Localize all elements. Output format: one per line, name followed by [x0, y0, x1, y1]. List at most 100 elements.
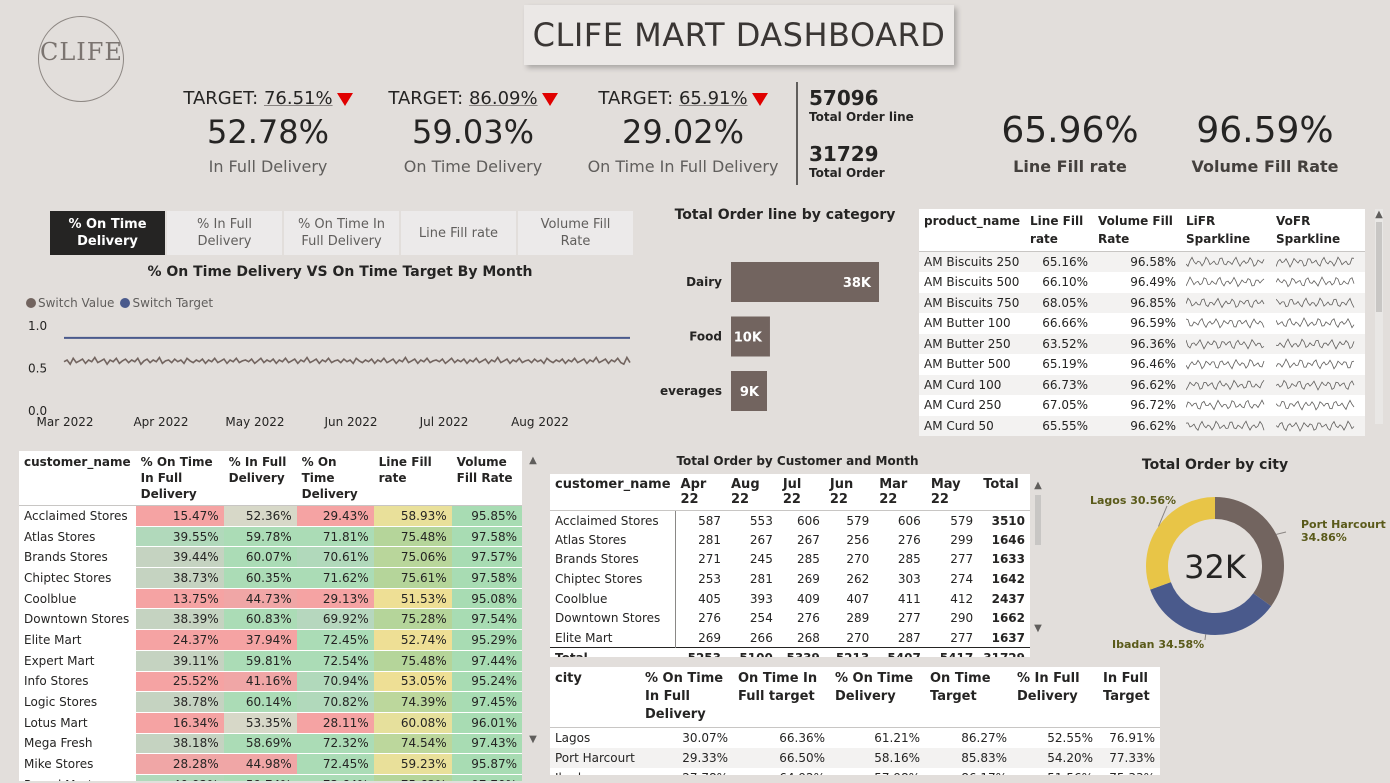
- chevron-down-icon[interactable]: ▼: [1034, 623, 1042, 634]
- metric-cell: 66.36%: [779, 730, 825, 745]
- customer-name-cell: Mike Stores: [19, 753, 136, 775]
- metric-cell: 97.57%: [451, 546, 522, 569]
- month-value-cell: 254: [749, 611, 773, 626]
- col-header[interactable]: city: [550, 667, 640, 728]
- cust-month-scrollbar[interactable]: ▲ ▼: [1034, 480, 1042, 640]
- table-row[interactable]: Expert Mart 39.11% 59.81% 72.54% 75.48% 97.44…: [19, 650, 522, 672]
- col-header[interactable]: product_name: [919, 209, 1026, 252]
- table-row[interactable]: Mike Stores 28.28% 44.98% 72.45% 59.23% 95.87…: [19, 753, 522, 775]
- sparkline-path: [1186, 318, 1265, 329]
- table-row[interactable]: Brands Stores 39.44% 60.07% 70.61% 75.06% 97.…: [19, 546, 522, 569]
- col-header[interactable]: customer_name: [550, 474, 676, 511]
- col-header[interactable]: Line Fill rate: [1025, 209, 1094, 252]
- chevron-down-icon[interactable]: ▼: [529, 734, 537, 745]
- col-header[interactable]: Jun 22: [824, 474, 875, 511]
- table-row[interactable]: Atlas Stores 281 267 267 256 276 299 1646: [550, 530, 1030, 550]
- table-row[interactable]: AM Biscuits 500 66.10% 96.49%: [919, 272, 1365, 293]
- volume-fill-cell: 96.49%: [1093, 272, 1182, 293]
- table-row[interactable]: Acclaimed Stores 587 553 606 579 606 579 3510: [550, 510, 1030, 531]
- month-value-cell: 268: [796, 630, 820, 645]
- col-header[interactable]: Volume Fill Rate: [1093, 209, 1182, 252]
- scroll-thumb[interactable]: [1376, 222, 1382, 312]
- table-row[interactable]: Elite Mart 269 266 268 270 287 277 1637: [550, 628, 1030, 648]
- table-row[interactable]: AM Curd 250 67.05% 96.72%: [919, 395, 1365, 416]
- logo-text: CLIFE: [40, 38, 123, 66]
- table-row[interactable]: Propel Mart40.92%59.74%73.64%75.62%97.70…: [19, 774, 522, 781]
- col-header[interactable]: LiFR Sparkline: [1181, 209, 1272, 252]
- lifr-sparkline-cell: [1181, 292, 1272, 314]
- tab-on-time-delivery[interactable]: % On Time Delivery: [50, 211, 165, 255]
- table-row[interactable]: Ibadan27.78%64.92%57.98%86.17%51.56%75.3…: [550, 768, 1160, 776]
- col-header[interactable]: May 22: [925, 474, 979, 511]
- col-header[interactable]: Aug 22: [726, 474, 778, 511]
- table-row[interactable]: AM Butter 100 66.66% 96.59%: [919, 313, 1365, 334]
- tab-volume-fill-rate[interactable]: Volume Fill Rate: [518, 211, 633, 255]
- table-row[interactable]: Lotus Mart 16.34% 53.35% 28.11% 60.08% 96.01%: [19, 712, 522, 734]
- customer-table-scrollbar[interactable]: ▲ ▼: [529, 455, 537, 763]
- table-row[interactable]: Coolblue 405 393 409 407 411 412 2437: [550, 588, 1030, 609]
- donut-slice[interactable]: [1150, 581, 1272, 635]
- col-header[interactable]: Mar 22: [874, 474, 926, 511]
- month-value-cell: 266: [749, 630, 773, 645]
- col-header[interactable]: % In Full Delivery: [223, 451, 297, 506]
- table-row[interactable]: Chiptec Stores 38.73% 60.35% 71.62% 75.61% 97…: [19, 567, 522, 589]
- col-header[interactable]: On Time Target: [925, 667, 1012, 728]
- table-row[interactable]: Downtown Stores 38.39% 60.83% 69.92% 75.28% 9…: [19, 608, 522, 631]
- table-row[interactable]: Elite Mart 24.37% 37.94% 72.45% 52.74% 95.29%: [19, 629, 522, 651]
- table-row[interactable]: Downtown Stores 276 254 276 289 277 290 1662: [550, 608, 1030, 629]
- table-row[interactable]: Coolblue 13.75% 44.73% 29.13% 51.53% 95.08%: [19, 588, 522, 610]
- tab-in-full-delivery[interactable]: % In Full Delivery: [167, 211, 282, 255]
- col-header[interactable]: % On Time Delivery: [830, 667, 925, 728]
- col-header[interactable]: Total: [978, 474, 1030, 511]
- month-value-cell: 290: [950, 611, 974, 626]
- col-header[interactable]: customer_name: [19, 451, 136, 506]
- table-row[interactable]: AM Butter 500 65.19% 96.46%: [919, 354, 1365, 375]
- table-row[interactable]: Port Harcourt 29.33% 66.50% 58.16% 85.83% 54.…: [550, 747, 1160, 768]
- col-header[interactable]: Jul 22: [777, 474, 825, 511]
- product-name-cell: AM Biscuits 500: [919, 272, 1026, 293]
- tab-otif-delivery[interactable]: % On Time In Full Delivery: [284, 211, 399, 255]
- table-row[interactable]: Chiptec Stores 253 281 269 262 303 274 1642: [550, 569, 1030, 589]
- table-row[interactable]: Info Stores 25.52% 41.16% 70.94% 53.05% 95.24…: [19, 671, 522, 693]
- table-row[interactable]: AM Biscuits 250 65.16% 96.58%: [919, 251, 1365, 273]
- table-row[interactable]: Atlas Stores 39.55% 59.78% 71.81% 75.48% 97.5…: [19, 526, 522, 548]
- customer-name-cell: Atlas Stores: [19, 526, 136, 548]
- kpi-target-value: 86.09%: [468, 88, 538, 109]
- col-header[interactable]: Apr 22: [675, 474, 726, 511]
- customer-name-cell: Downtown Stores: [19, 608, 136, 631]
- table-row[interactable]: AM Biscuits 750 68.05% 96.85%: [919, 292, 1365, 314]
- col-header[interactable]: % In Full Delivery: [1012, 667, 1098, 728]
- table-row[interactable]: AM Curd 50 65.55% 96.62%: [919, 415, 1365, 436]
- table-row[interactable]: Logic Stores 38.78% 60.14% 70.82% 74.39% 97.4…: [19, 691, 522, 713]
- product-table-scrollbar[interactable]: ▲: [1375, 209, 1383, 424]
- volume-fill-cell: 96.62%: [1093, 374, 1182, 396]
- col-header[interactable]: VoFR Sparkline: [1271, 209, 1365, 252]
- chevron-up-icon[interactable]: ▲: [1034, 480, 1042, 491]
- col-header[interactable]: % On Time In Full Delivery: [640, 667, 733, 728]
- table-row[interactable]: AM Curd 100 66.73% 96.62%: [919, 374, 1365, 396]
- total-value-cell: 5417: [925, 647, 979, 657]
- table-row[interactable]: AM Butter 250 63.52% 96.36%: [919, 333, 1365, 355]
- x-tick-label: Aug 2022: [511, 415, 569, 429]
- chevron-up-icon[interactable]: ▲: [529, 455, 537, 466]
- table-row[interactable]: Mega Fresh 38.18% 58.69% 72.32% 74.54% 97.43%: [19, 733, 522, 755]
- col-header[interactable]: Line Fill rate: [373, 451, 452, 506]
- col-header[interactable]: On Time In Full target: [733, 667, 830, 728]
- col-header[interactable]: Volume Fill Rate: [451, 451, 522, 506]
- metric-cell: 58.69%: [223, 733, 297, 755]
- col-header[interactable]: In Full Target: [1098, 667, 1160, 728]
- kpi-value: 29.02%: [621, 113, 744, 151]
- metric-cell: 13.75%: [135, 588, 224, 610]
- sparkline: [1276, 276, 1355, 288]
- table-row[interactable]: Lagos 30.07% 66.36% 61.21% 86.27% 52.55% 76.91…: [550, 728, 1160, 748]
- tab-line-fill-rate[interactable]: Line Fill rate: [401, 211, 516, 255]
- metric-cell: 53.05%: [373, 671, 452, 693]
- table-row[interactable]: Brands Stores 271 245 285 270 285 277 1633: [550, 549, 1030, 570]
- chevron-up-icon[interactable]: ▲: [1375, 209, 1383, 220]
- metric-cell: 38.39%: [135, 608, 224, 631]
- metric-cell: 59.74%: [223, 774, 297, 781]
- col-header[interactable]: % On Time Delivery: [296, 451, 374, 506]
- table-row[interactable]: Acclaimed Stores 15.47% 52.36% 29.43% 58.93%…: [19, 505, 522, 527]
- scroll-thumb[interactable]: [1035, 495, 1041, 545]
- col-header[interactable]: % On Time In Full Delivery: [135, 451, 224, 506]
